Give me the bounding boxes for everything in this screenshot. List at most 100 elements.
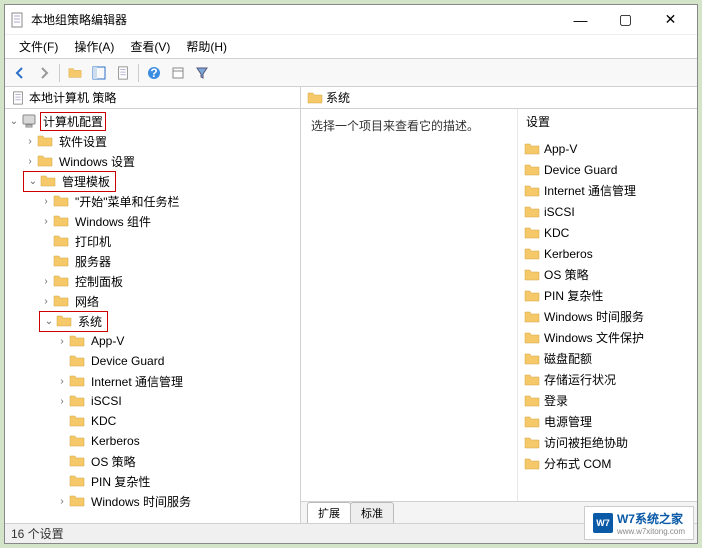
tree-node-software-settings[interactable]: ›软件设置: [5, 131, 300, 151]
list-item[interactable]: KDC: [518, 222, 697, 243]
folder-icon: [524, 435, 540, 451]
settings-list[interactable]: 设置 App-VDevice GuardInternet 通信管理 iSCSI KD…: [517, 109, 697, 501]
close-button[interactable]: ✕: [648, 6, 693, 34]
folder-icon: [40, 173, 56, 189]
menu-help[interactable]: 帮助(H): [180, 36, 233, 57]
folder-icon: [524, 225, 540, 241]
expand-icon[interactable]: ⌄: [7, 114, 21, 128]
list-item[interactable]: App-V: [518, 138, 697, 159]
help-button[interactable]: ?: [143, 62, 165, 84]
tree-node-pin-complexity[interactable]: PIN 复杂性: [5, 471, 300, 491]
list-item[interactable]: Windows 文件保护: [518, 327, 697, 348]
show-hide-tree-button[interactable]: [88, 62, 110, 84]
list-item[interactable]: Internet 通信管理: [518, 180, 697, 201]
folder-icon: [69, 493, 85, 509]
tree-node-device-guard[interactable]: Device Guard: [5, 351, 300, 371]
list-item-label: Kerberos: [544, 247, 593, 261]
tree-node-kerberos[interactable]: Kerberos: [5, 431, 300, 451]
tree-node-internet-comm[interactable]: ›Internet 通信管理: [5, 371, 300, 391]
tab-extended[interactable]: 扩展: [307, 502, 351, 523]
expand-icon[interactable]: ›: [55, 334, 69, 348]
list-item-label: 磁盘配额: [544, 350, 592, 367]
node-label: Windows 设置: [56, 152, 138, 171]
folder-icon: [524, 309, 540, 325]
menu-file[interactable]: 文件(F): [13, 36, 64, 57]
list-item[interactable]: Device Guard: [518, 159, 697, 180]
expand-icon[interactable]: ›: [23, 154, 37, 168]
export-button[interactable]: [112, 62, 134, 84]
expand-icon[interactable]: ⌄: [26, 174, 40, 188]
tree-node-kdc[interactable]: KDC: [5, 411, 300, 431]
expand-icon[interactable]: ›: [55, 394, 69, 408]
tree-node-windows-time[interactable]: ›Windows 时间服务: [5, 491, 300, 511]
expand-icon[interactable]: ›: [39, 274, 53, 288]
tree-node-computer-config[interactable]: ⌄计算机配置: [5, 111, 300, 131]
titlebar[interactable]: 本地组策略编辑器 — ▢ ✕: [5, 5, 697, 35]
settings-column-header[interactable]: 设置: [518, 109, 697, 138]
list-item[interactable]: 存储运行状况: [518, 369, 697, 390]
list-item-label: iSCSI: [544, 205, 575, 219]
tree-node-os-policy[interactable]: OS 策略: [5, 451, 300, 471]
list-item[interactable]: OS 策略: [518, 264, 697, 285]
minimize-button[interactable]: —: [558, 6, 603, 34]
folder-icon: [524, 330, 540, 346]
tree-node-admin-templates[interactable]: ⌄管理模板: [5, 171, 300, 191]
list-item[interactable]: 访问被拒绝协助: [518, 432, 697, 453]
back-button[interactable]: [9, 62, 31, 84]
folder-icon: [524, 246, 540, 262]
up-button[interactable]: [64, 62, 86, 84]
watermark-title: W7系统之家: [617, 510, 685, 527]
tree-header: 本地计算机 策略: [5, 87, 300, 109]
node-label: 系统: [75, 312, 105, 331]
list-item[interactable]: iSCSI: [518, 201, 697, 222]
tree-node-windows-components[interactable]: ›Windows 组件: [5, 211, 300, 231]
tree-node-printers[interactable]: 打印机: [5, 231, 300, 251]
list-item[interactable]: Kerberos: [518, 243, 697, 264]
tree-view[interactable]: ⌄计算机配置 ›软件设置 › Windows 设置 ⌄管理模板 ›"开始"菜单和任…: [5, 109, 300, 523]
folder-icon: [524, 393, 540, 409]
folder-icon: [53, 193, 69, 209]
list-item-label: Windows 文件保护: [544, 329, 644, 346]
tree-node-system[interactable]: ⌄ 系统: [5, 311, 300, 331]
tree-node-iscsi[interactable]: ›iSCSI: [5, 391, 300, 411]
folder-icon: [53, 273, 69, 289]
tree-node-network[interactable]: ›网络: [5, 291, 300, 311]
expand-icon[interactable]: ›: [39, 294, 53, 308]
list-item[interactable]: Windows 时间服务: [518, 306, 697, 327]
tree-node-control-panel[interactable]: ›控制面板: [5, 271, 300, 291]
tree-node-appv[interactable]: ›App-V: [5, 331, 300, 351]
menubar: 文件(F) 操作(A) 查看(V) 帮助(H): [5, 35, 697, 59]
detail-header-label: 系统: [326, 89, 350, 106]
expand-icon[interactable]: ›: [23, 134, 37, 148]
expand-icon[interactable]: ›: [39, 214, 53, 228]
separator: [138, 64, 139, 82]
properties-button[interactable]: [167, 62, 189, 84]
folder-icon: [37, 133, 53, 149]
list-item-label: PIN 复杂性: [544, 287, 603, 304]
list-item[interactable]: 电源管理: [518, 411, 697, 432]
forward-button[interactable]: [33, 62, 55, 84]
expand-icon[interactable]: ›: [39, 194, 53, 208]
tree-panel: 本地计算机 策略 ⌄计算机配置 ›软件设置 › Windows 设置 ⌄管理模板 …: [5, 87, 301, 523]
list-item[interactable]: PIN 复杂性: [518, 285, 697, 306]
maximize-button[interactable]: ▢: [603, 6, 648, 34]
list-item[interactable]: 登录: [518, 390, 697, 411]
folder-icon: [524, 414, 540, 430]
list-item-label: 访问被拒绝协助: [544, 434, 628, 451]
list-item-label: OS 策略: [544, 266, 589, 283]
list-item[interactable]: 分布式 COM: [518, 453, 697, 474]
node-label: OS 策略: [88, 452, 139, 471]
tree-node-start-menu[interactable]: ›"开始"菜单和任务栏: [5, 191, 300, 211]
filter-button[interactable]: [191, 62, 213, 84]
expand-icon[interactable]: ›: [55, 374, 69, 388]
list-item[interactable]: 磁盘配额: [518, 348, 697, 369]
tab-standard[interactable]: 标准: [350, 502, 394, 523]
menu-view[interactable]: 查看(V): [124, 36, 176, 57]
menu-action[interactable]: 操作(A): [68, 36, 120, 57]
toolbar: ?: [5, 59, 697, 87]
expand-icon[interactable]: ›: [55, 494, 69, 508]
tree-node-windows-settings[interactable]: › Windows 设置: [5, 151, 300, 171]
gpedit-window: 本地组策略编辑器 — ▢ ✕ 文件(F) 操作(A) 查看(V) 帮助(H) ?…: [4, 4, 698, 544]
tree-node-servers[interactable]: 服务器: [5, 251, 300, 271]
expand-icon[interactable]: ⌄: [42, 314, 56, 328]
